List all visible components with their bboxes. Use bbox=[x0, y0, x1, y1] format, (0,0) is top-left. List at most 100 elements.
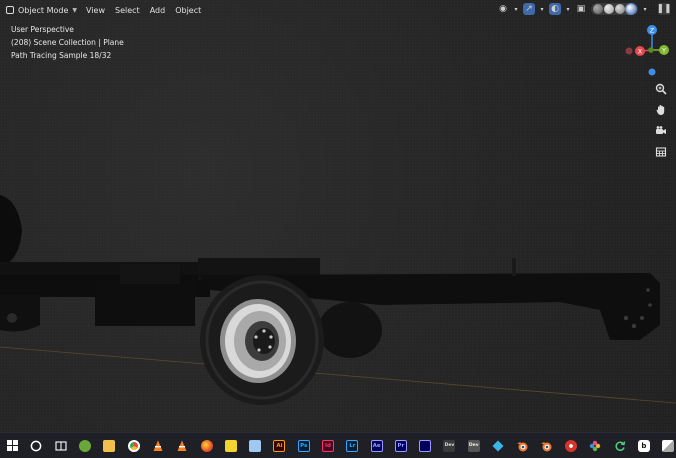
taskbar-item[interactable] bbox=[607, 433, 631, 458]
vlc-icon bbox=[153, 440, 163, 451]
menu-select[interactable]: Select bbox=[110, 4, 145, 17]
taskbar-item[interactable]: Dev bbox=[462, 433, 486, 458]
collection-text: (208) Scene Collection | Plane bbox=[11, 38, 124, 47]
taskbar-item[interactable]: Ai bbox=[267, 433, 291, 458]
taskbar-item[interactable] bbox=[413, 433, 437, 458]
premiere-icon: Pr bbox=[394, 439, 407, 452]
app-flower-icon bbox=[590, 440, 601, 451]
taskbar-item[interactable] bbox=[146, 433, 170, 458]
chevron-down-icon[interactable]: ▾ bbox=[513, 3, 519, 15]
taskbar-item[interactable]: b bbox=[632, 433, 656, 458]
app-green-icon bbox=[79, 439, 92, 452]
taskbar-item[interactable]: Pr bbox=[389, 433, 413, 458]
view-perspective-text: User Perspective bbox=[11, 25, 74, 34]
cab-shape bbox=[0, 195, 22, 268]
overlays-icon[interactable]: ◐ bbox=[549, 3, 561, 15]
header-right-tools: ◉ ▾ ↗ ▾ ◐ ▾ ▣ ▾ ❚❚ bbox=[497, 3, 672, 15]
app-blue-icon bbox=[249, 439, 262, 452]
rear-wheel-inner bbox=[318, 302, 382, 358]
task-view-icon bbox=[55, 440, 67, 451]
blender-icon bbox=[516, 441, 528, 451]
app-diamond-icon bbox=[492, 440, 504, 451]
visibility-icon[interactable]: ◉ bbox=[497, 3, 509, 15]
taskbar-item[interactable]: Lr bbox=[340, 433, 364, 458]
gizmo-neg-z-axis[interactable] bbox=[648, 68, 656, 76]
svg-text:Y: Y bbox=[661, 47, 666, 55]
menu-object[interactable]: Object bbox=[170, 4, 206, 17]
solid-shading-icon[interactable] bbox=[604, 4, 614, 14]
gizmo-neg-x-axis[interactable] bbox=[625, 47, 633, 55]
render-sample-text: Path Tracing Sample 18/32 bbox=[11, 51, 112, 60]
menu-add[interactable]: Add bbox=[145, 4, 171, 17]
taskbar-item[interactable] bbox=[170, 433, 194, 458]
shading-mode-group bbox=[591, 3, 638, 15]
windows-taskbar: Ai Ps Id Lr Ae Pr Dev Dev b bbox=[0, 432, 676, 458]
app-b-icon: b bbox=[637, 439, 650, 452]
camera-view-icon[interactable] bbox=[654, 124, 668, 138]
taskbar-item[interactable] bbox=[243, 433, 267, 458]
windows-start-icon bbox=[6, 440, 18, 451]
gizmo-toggle-icon[interactable]: ↗ bbox=[523, 3, 535, 15]
perspective-toggle-icon[interactable] bbox=[654, 145, 668, 159]
chrome-icon bbox=[127, 439, 140, 452]
taskbar-item[interactable]: Id bbox=[316, 433, 340, 458]
taskbar-item[interactable] bbox=[121, 433, 145, 458]
app-dev2-icon: Dev bbox=[467, 439, 480, 452]
wireframe-shading-icon[interactable] bbox=[593, 4, 603, 14]
viewport-info: User Perspective (208) Scene Collection … bbox=[11, 23, 124, 62]
chevron-down-icon[interactable]: ▾ bbox=[565, 3, 571, 15]
object-mode-icon bbox=[6, 6, 14, 14]
taskbar-item[interactable] bbox=[219, 433, 243, 458]
taskbar-item[interactable] bbox=[583, 433, 607, 458]
left-wheel-partial bbox=[0, 295, 40, 332]
viewport-header: Object Mode ▼ View Select Add Object ◉ ▾… bbox=[0, 0, 676, 20]
gizmo-neg-y-axis[interactable] bbox=[648, 47, 654, 53]
zoom-icon[interactable] bbox=[654, 82, 668, 96]
after-effects-icon: Ae bbox=[370, 439, 383, 452]
left-hub bbox=[7, 313, 17, 323]
app-dev-icon: Dev bbox=[443, 439, 456, 452]
3d-viewport[interactable]: Object Mode ▼ View Select Add Object ◉ ▾… bbox=[0, 0, 676, 432]
rendered-scene bbox=[0, 195, 676, 405]
illustrator-icon: Ai bbox=[273, 439, 286, 452]
vlc-icon bbox=[177, 440, 187, 451]
chevron-down-icon: ▼ bbox=[72, 6, 78, 14]
taskbar-item[interactable]: Dev bbox=[437, 433, 461, 458]
taskbar-item[interactable] bbox=[510, 433, 534, 458]
taskbar-item[interactable] bbox=[24, 433, 48, 458]
firefox-icon bbox=[200, 439, 213, 452]
chevron-down-icon[interactable]: ▾ bbox=[642, 3, 648, 15]
taskbar-item[interactable]: Ps bbox=[292, 433, 316, 458]
taskbar-item[interactable] bbox=[0, 433, 24, 458]
navigation-gizmo[interactable]: Z X Y bbox=[616, 22, 676, 82]
taskbar-item[interactable] bbox=[73, 433, 97, 458]
object-mode-dropdown[interactable]: Object Mode ▼ bbox=[2, 4, 81, 17]
taskbar-item[interactable] bbox=[559, 433, 583, 458]
pan-hand-icon[interactable] bbox=[654, 103, 668, 117]
file-explorer-icon bbox=[103, 439, 116, 452]
rail-bolt bbox=[648, 303, 652, 307]
rail-post bbox=[512, 258, 516, 276]
taskbar-item[interactable] bbox=[97, 433, 121, 458]
taskbar-item[interactable] bbox=[535, 433, 559, 458]
chevron-down-icon[interactable]: ▾ bbox=[539, 3, 545, 15]
search-circle-icon bbox=[31, 440, 42, 451]
material-shading-icon[interactable] bbox=[615, 4, 625, 14]
photoshop-icon: Ps bbox=[297, 439, 310, 452]
blender-icon bbox=[541, 441, 552, 451]
taskbar-item[interactable] bbox=[194, 433, 218, 458]
rail-bolt bbox=[640, 316, 644, 320]
pause-render-icon[interactable]: ❚❚ bbox=[656, 3, 672, 15]
app-red-icon bbox=[564, 439, 577, 452]
refresh-icon bbox=[615, 440, 625, 451]
menu-view[interactable]: View bbox=[81, 4, 110, 17]
taskbar-item[interactable] bbox=[49, 433, 73, 458]
taskbar-item[interactable]: Ae bbox=[364, 433, 388, 458]
rail-bolt bbox=[631, 323, 637, 329]
rendered-shading-icon[interactable] bbox=[625, 3, 637, 15]
taskbar-item[interactable] bbox=[656, 433, 676, 458]
indesign-icon: Id bbox=[322, 439, 334, 452]
taskbar-item[interactable] bbox=[486, 433, 510, 458]
xray-icon[interactable]: ▣ bbox=[575, 3, 587, 15]
rail-bolt bbox=[623, 315, 629, 321]
